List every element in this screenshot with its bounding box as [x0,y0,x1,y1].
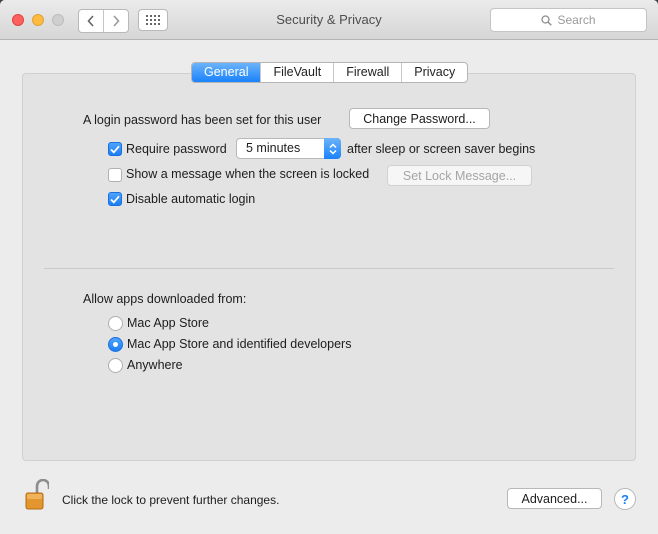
radio-label-anywhere: Anywhere [127,358,183,372]
updown-arrows-icon [324,138,341,159]
change-password-button[interactable]: Change Password... [349,108,490,129]
radio-identified-developers[interactable] [108,337,123,352]
radio-anywhere[interactable] [108,358,123,373]
unlocked-padlock-icon [25,478,51,510]
checkmark-icon [110,195,120,204]
lock-button[interactable] [25,478,51,511]
disable-auto-login-label: Disable automatic login [126,192,256,206]
advanced-button[interactable]: Advanced... [507,488,602,509]
require-password-interval-popup[interactable]: 5 minutes [236,138,341,159]
interval-value: 5 minutes [246,141,301,155]
radio-label-mac-app-store: Mac App Store [127,316,209,330]
tab-filevault[interactable]: FileVault [260,63,333,82]
allow-apps-heading: Allow apps downloaded from: [83,292,247,306]
require-password-checkbox[interactable] [108,142,122,156]
tab-firewall[interactable]: Firewall [333,63,401,82]
login-password-text: A login password has been set for this u… [83,113,322,127]
show-message-label: Show a message when the screen is locked [126,167,370,181]
help-button[interactable]: ? [614,488,636,510]
checkmark-icon [110,145,120,154]
search-placeholder: Search [557,13,596,27]
title-bar: Security & Privacy Search [0,0,658,40]
radio-mac-app-store[interactable] [108,316,123,331]
security-privacy-window: Security & Privacy Search General FileVa… [0,0,658,534]
set-lock-message-button[interactable]: Set Lock Message... [387,165,532,186]
section-divider [44,268,614,269]
lock-status-text: Click the lock to prevent further change… [62,493,280,507]
radio-label-identified-developers: Mac App Store and identified developers [127,337,352,351]
require-password-suffix: after sleep or screen saver begins [347,142,536,156]
tab-privacy[interactable]: Privacy [401,63,467,82]
search-icon [541,14,553,26]
require-password-label: Require password [126,142,227,156]
tab-general[interactable]: General [192,63,261,82]
disable-auto-login-checkbox[interactable] [108,192,122,206]
general-tab-panel [22,73,636,461]
show-message-checkbox[interactable] [108,168,122,182]
search-field[interactable]: Search [490,8,647,32]
tab-bar: General FileVault Firewall Privacy [191,62,469,83]
